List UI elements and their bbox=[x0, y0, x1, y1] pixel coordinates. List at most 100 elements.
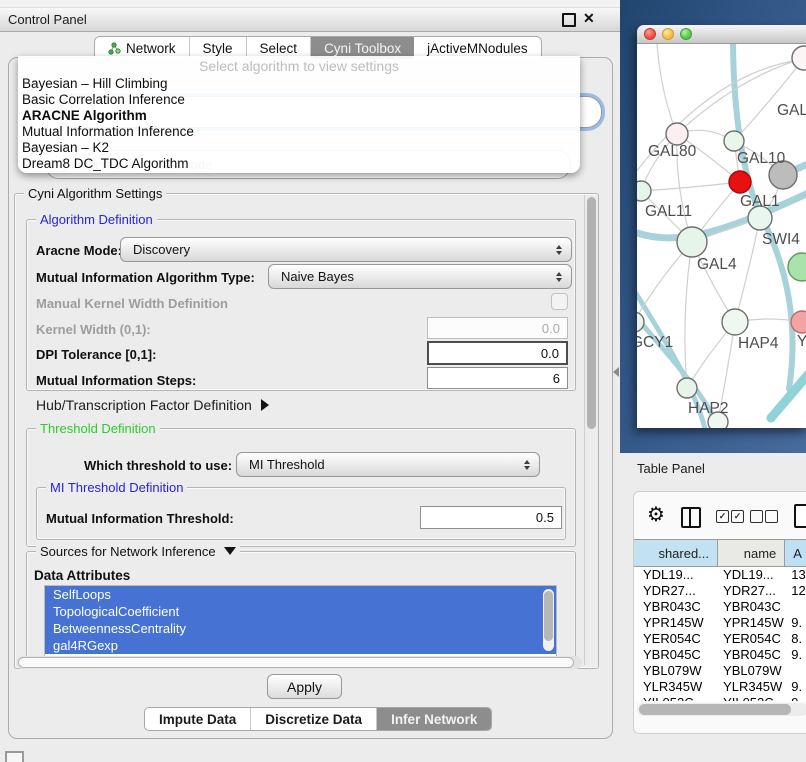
close-icon[interactable]: ✕ bbox=[583, 10, 595, 27]
cell[interactable]: 13 bbox=[785, 567, 806, 583]
dropdown-item-selected[interactable]: ARACNE Algorithm bbox=[18, 108, 580, 124]
tab-infer-network[interactable]: Infer Network bbox=[377, 708, 491, 730]
document-icon[interactable] bbox=[794, 504, 806, 528]
node-salmon[interactable] bbox=[791, 311, 806, 333]
hub-definition-toggle[interactable]: Hub/Transcription Factor Definition bbox=[36, 397, 269, 413]
cell[interactable]: YBR043C bbox=[718, 599, 785, 615]
node-gal4[interactable] bbox=[677, 227, 707, 257]
minimize-traffic-light[interactable] bbox=[662, 28, 674, 40]
tab-style-label: Style bbox=[203, 41, 233, 56]
table-row[interactable]: YIL052CYIL052C9 bbox=[634, 695, 806, 701]
cell[interactable]: YPR145W bbox=[634, 615, 718, 631]
dropdown-item[interactable]: Bayesian – K2 bbox=[18, 140, 580, 156]
minimized-panel-icon[interactable] bbox=[5, 751, 24, 762]
aracne-mode-combobox[interactable]: Discovery bbox=[120, 237, 572, 262]
cell[interactable]: 9. bbox=[785, 647, 806, 663]
cell[interactable]: YBR043C bbox=[634, 599, 718, 615]
settings-hscrollbar-thumb[interactable] bbox=[18, 657, 574, 668]
float-window-icon[interactable] bbox=[562, 13, 576, 27]
cell[interactable]: YBR045C bbox=[718, 647, 785, 663]
column-header-shared-name[interactable]: shared... bbox=[634, 540, 718, 566]
checked-box-icon[interactable]: ✓ bbox=[731, 510, 744, 523]
settings-scrollbar[interactable] bbox=[584, 195, 598, 665]
cell[interactable]: 9. bbox=[785, 679, 806, 695]
control-panel-titlebar[interactable]: Control Panel ✕ bbox=[0, 8, 620, 32]
settings-scrollbar-thumb[interactable] bbox=[587, 197, 596, 429]
list-item[interactable]: BetweennessCentrality bbox=[45, 620, 556, 637]
unchecked-box-icon[interactable] bbox=[750, 510, 763, 523]
gear-icon[interactable]: ⚙ bbox=[647, 502, 665, 528]
node-gal-top[interactable] bbox=[792, 46, 806, 70]
cell[interactable]: 9 bbox=[785, 695, 806, 701]
node-gal1[interactable] bbox=[729, 171, 751, 193]
close-traffic-light[interactable] bbox=[644, 28, 656, 40]
dropdown-item[interactable]: Bayesian – Hill Climbing bbox=[18, 76, 580, 92]
cell[interactable] bbox=[785, 599, 806, 615]
which-threshold-combobox[interactable]: MI Threshold bbox=[236, 452, 540, 477]
table-row[interactable]: YPR145WYPR145W9. bbox=[634, 615, 806, 631]
table-hscrollbar[interactable] bbox=[637, 703, 806, 716]
apply-button[interactable]: Apply bbox=[267, 674, 342, 699]
cell[interactable]: YPR145W bbox=[718, 615, 785, 631]
cell[interactable] bbox=[785, 663, 806, 679]
network-window-titlebar[interactable] bbox=[637, 25, 806, 44]
list-scrollbar-thumb[interactable] bbox=[544, 591, 553, 641]
tab-impute-data[interactable]: Impute Data bbox=[145, 708, 251, 730]
column-header-clipped[interactable]: A bbox=[785, 540, 806, 566]
table-row[interactable]: YBL079WYBL079W bbox=[634, 663, 806, 679]
cell[interactable]: YDL19... bbox=[634, 567, 718, 583]
cell[interactable]: YLR345W bbox=[718, 679, 785, 695]
table-row[interactable]: YDR27...YDR27...12 bbox=[634, 583, 806, 599]
node-hap4[interactable] bbox=[722, 309, 748, 335]
cell[interactable]: YIL052C bbox=[718, 695, 785, 701]
split-columns-icon[interactable] bbox=[681, 507, 701, 528]
table-row[interactable]: YBR045CYBR045C9. bbox=[634, 647, 806, 663]
checked-box-icon[interactable]: ✓ bbox=[716, 510, 729, 523]
mi-steps-field[interactable]: 6 bbox=[427, 367, 568, 389]
list-scrollbar[interactable] bbox=[543, 589, 554, 651]
cell[interactable]: 12 bbox=[785, 583, 806, 599]
list-item[interactable]: TopologicalCoefficient bbox=[45, 603, 556, 620]
mi-type-combobox[interactable]: Naive Bayes bbox=[268, 264, 572, 289]
table-row[interactable]: YLR345WYLR345W9. bbox=[634, 679, 806, 695]
tab-discretize-data[interactable]: Discretize Data bbox=[251, 708, 377, 730]
node-gal80[interactable] bbox=[666, 123, 688, 145]
list-item[interactable]: gal4RGexp bbox=[45, 637, 556, 654]
settings-hscrollbar[interactable] bbox=[16, 656, 582, 669]
cell[interactable]: YDR27... bbox=[718, 583, 785, 599]
cell[interactable]: YBR045C bbox=[634, 647, 718, 663]
dropdown-item[interactable]: Dream8 DC_TDC Algorithm bbox=[18, 156, 580, 172]
list-item[interactable]: SelfLoops bbox=[45, 586, 556, 603]
cell[interactable]: YDR27... bbox=[634, 583, 718, 599]
table-hscrollbar-thumb[interactable] bbox=[639, 704, 791, 715]
node-gal11[interactable] bbox=[637, 181, 651, 201]
column-header-name[interactable]: name bbox=[718, 540, 785, 566]
zoom-traffic-light[interactable] bbox=[680, 28, 692, 40]
sources-group-title[interactable]: Sources for Network Inference bbox=[36, 544, 240, 559]
cell[interactable]: YER054C bbox=[634, 631, 718, 647]
mi-threshold-field[interactable]: 0.5 bbox=[420, 506, 562, 529]
node-hap2[interactable] bbox=[677, 378, 697, 398]
cell[interactable]: YBL079W bbox=[718, 663, 785, 679]
cell[interactable]: YLR345W bbox=[634, 679, 718, 695]
network-canvas[interactable]: GAL GAL80 GAL10 GAL1 GAL11 SWI4 GAL4 GCY… bbox=[637, 44, 806, 428]
dpi-tolerance-field[interactable]: 0.0 bbox=[427, 341, 568, 365]
network-view-window[interactable]: GAL GAL80 GAL10 GAL1 GAL11 SWI4 GAL4 GCY… bbox=[637, 25, 806, 428]
cell[interactable]: 8. bbox=[785, 631, 806, 647]
node-green-right[interactable] bbox=[788, 253, 806, 281]
cell[interactable]: YDL19... bbox=[718, 567, 785, 583]
cell[interactable]: YBL079W bbox=[634, 663, 718, 679]
node-gcy1[interactable] bbox=[637, 312, 644, 332]
table-row[interactable]: YDL19...YDL19...13 bbox=[634, 567, 806, 583]
node-gal10[interactable] bbox=[724, 131, 744, 151]
dropdown-item[interactable]: Mutual Information Inference bbox=[18, 124, 580, 140]
splitter-collapse-icon[interactable] bbox=[613, 367, 619, 377]
table-row[interactable]: YER054CYER054C8. bbox=[634, 631, 806, 647]
cell[interactable]: YIL052C bbox=[634, 695, 718, 701]
cell[interactable]: YER054C bbox=[718, 631, 785, 647]
cell[interactable]: 9. bbox=[785, 615, 806, 631]
data-attributes-list[interactable]: SelfLoops TopologicalCoefficient Between… bbox=[44, 585, 557, 659]
table-row[interactable]: YBR043CYBR043C bbox=[634, 599, 806, 615]
unchecked-box-icon[interactable] bbox=[765, 510, 778, 523]
dropdown-item[interactable]: Basic Correlation Inference bbox=[18, 92, 580, 108]
